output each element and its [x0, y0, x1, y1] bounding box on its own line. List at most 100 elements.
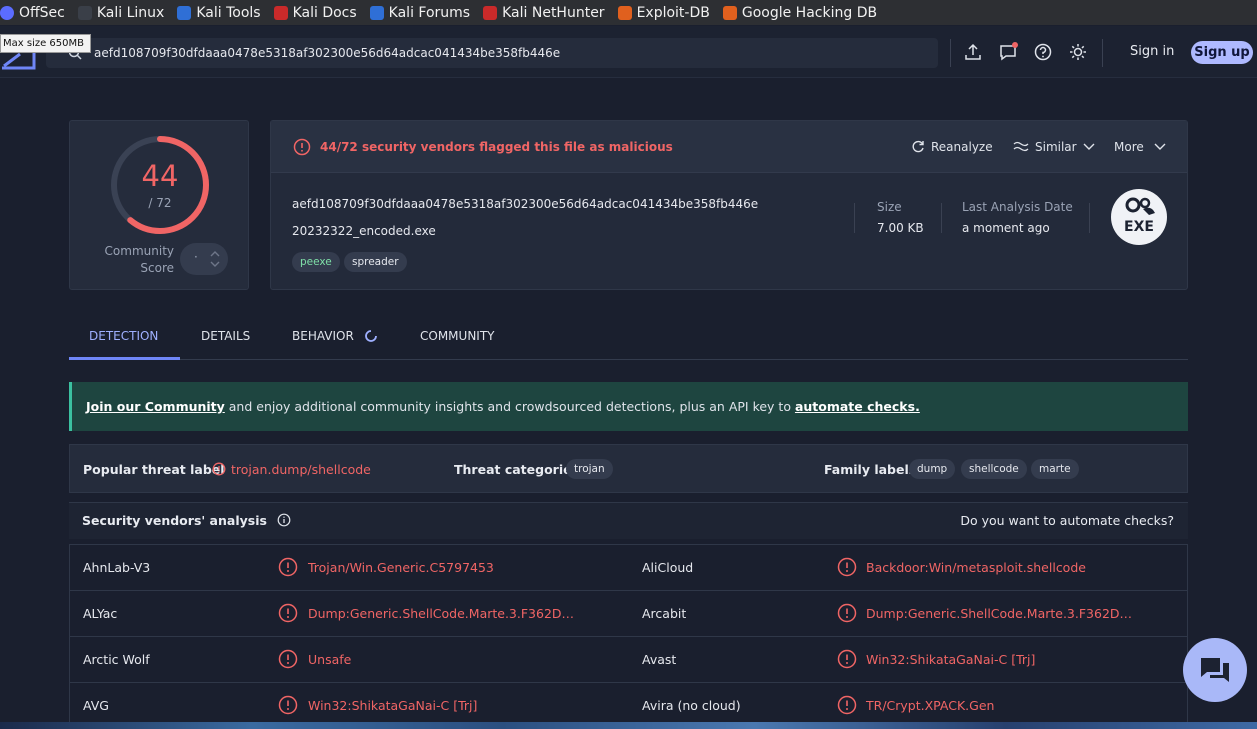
report-tabs: DETECTION DETAILS BEHAVIOR COMMUNITY	[69, 312, 1188, 360]
header-divider	[1102, 39, 1103, 67]
bookmark-kali-nethunter[interactable]: Kali NetHunter	[483, 5, 605, 21]
detection-count: 44	[141, 159, 179, 193]
vendor-result[interactable]: TR/Crypt.XPACK.Gen	[866, 698, 994, 713]
vendor-name: Arcabit	[642, 606, 687, 621]
tab-details[interactable]: DETAILS	[201, 329, 250, 343]
ghdb-icon	[722, 5, 737, 20]
alert-circle-icon	[278, 649, 298, 669]
exe-file-type-icon: EXE	[1111, 189, 1167, 245]
chevron-down-icon	[1154, 143, 1166, 150]
header-divider	[950, 39, 951, 67]
vendor-result[interactable]: Win32:ShikataGaNai-C [Trj]	[308, 698, 477, 713]
bookmark-exploit-db[interactable]: Exploit-DB	[617, 5, 710, 21]
chevron-down-icon	[1083, 143, 1095, 150]
vendor-result[interactable]: Dump:Generic.ShellCode.Marte.3.F362D…	[866, 606, 1132, 621]
bookmark-kali-tools[interactable]: Kali Tools	[177, 5, 261, 21]
search-input[interactable]	[94, 38, 914, 68]
file-summary-card: 44/72 security vendors flagged this file…	[270, 120, 1188, 290]
community-score-voter[interactable]: ·	[180, 243, 228, 275]
nethunter-icon	[483, 5, 498, 20]
table-row: ALYac Dump:Generic.ShellCode.Marte.3.F36…	[70, 591, 1187, 637]
threat-category-chip[interactable]: trojan	[566, 459, 613, 479]
theme-sun-icon[interactable]	[1068, 42, 1088, 62]
file-name: 20232322_encoded.exe	[292, 224, 436, 238]
popular-threat-label: Popular threat label	[83, 462, 225, 477]
join-community-link[interactable]: Join our Community	[86, 399, 225, 414]
table-row: Arctic Wolf Unsafe Avast Win32:ShikataGa…	[70, 637, 1187, 683]
community-score-label: Community Score	[104, 244, 174, 275]
site-header: Max size 650MB Sign in Sign up	[0, 26, 1257, 78]
tab-community[interactable]: COMMUNITY	[420, 329, 495, 343]
vendor-name: Avast	[642, 652, 677, 667]
vendor-name: AliCloud	[642, 560, 694, 575]
vendors-table: AhnLab-V3 Trojan/Win.Generic.C5797453 Al…	[69, 544, 1188, 729]
vendor-name: AhnLab-V3	[83, 560, 151, 575]
vendors-analysis-title: Security vendors' analysis	[82, 513, 291, 528]
detection-score-card: 44 / 72 Community Score ·	[69, 120, 249, 290]
reanalyze-button[interactable]: Reanalyze	[911, 140, 993, 154]
vendor-result[interactable]: Win32:ShikataGaNai-C [Trj]	[866, 652, 1035, 667]
threat-summary: Popular threat label trojan.dump/shellco…	[69, 444, 1188, 493]
vendor-name: AVG	[83, 698, 109, 713]
file-type-label: EXE	[1124, 219, 1154, 235]
vendor-result[interactable]: Unsafe	[308, 652, 351, 667]
bookmarks-bar: OffSec Kali Linux Kali Tools Kali Docs K…	[0, 0, 1257, 25]
family-label-chip[interactable]: dump	[909, 459, 956, 479]
vendor-result[interactable]: Trojan/Win.Generic.C5797453	[308, 560, 494, 575]
bookmark-kali-linux[interactable]: Kali Linux	[77, 5, 164, 21]
community-score-value: ·	[194, 250, 198, 264]
automate-checks-prompt[interactable]: Do you want to automate checks?	[960, 513, 1174, 528]
file-hash[interactable]: aefd108709f30dfdaaa0478e5318af302300e56d…	[292, 197, 758, 211]
info-icon[interactable]	[277, 513, 291, 527]
kali-dragon-icon	[77, 5, 92, 20]
last-analysis-value: a moment ago	[962, 221, 1050, 235]
meta-divider	[1089, 203, 1090, 233]
upload-icon[interactable]	[963, 42, 983, 62]
sign-in-link[interactable]: Sign in	[1130, 44, 1174, 59]
file-tag-spreader[interactable]: spreader	[344, 252, 407, 272]
vendors-analysis-header: Security vendors' analysis Do you want t…	[69, 502, 1188, 539]
gears-icon	[1125, 197, 1155, 215]
bookmark-kali-docs[interactable]: Kali Docs	[273, 5, 357, 21]
malicious-flag-text: 44/72 security vendors flagged this file…	[320, 140, 673, 154]
automate-checks-link[interactable]: automate checks.	[795, 399, 920, 414]
alert-circle-icon	[278, 557, 298, 577]
sign-up-button[interactable]: Sign up	[1191, 41, 1253, 64]
popular-threat-value[interactable]: trojan.dump/shellcode	[231, 462, 371, 477]
family-label-chip[interactable]: shellcode	[961, 459, 1027, 479]
tab-detection[interactable]: DETECTION	[89, 329, 158, 343]
chat-button[interactable]	[1183, 638, 1247, 702]
bookmark-kali-forums[interactable]: Kali Forums	[369, 5, 470, 21]
similar-icon	[1013, 141, 1029, 152]
chat-bubbles-icon	[1201, 658, 1229, 682]
vendor-result[interactable]: Dump:Generic.ShellCode.Marte.3.F362D…	[308, 606, 574, 621]
bookmark-google-hacking-db[interactable]: Google Hacking DB	[722, 5, 877, 21]
vendor-name: Avira (no cloud)	[642, 698, 741, 713]
file-tag-peexe[interactable]: peexe	[292, 252, 340, 272]
alert-circle-icon	[837, 649, 857, 669]
offsec-icon	[0, 5, 14, 20]
alert-circle-icon	[837, 557, 857, 577]
family-label-chip[interactable]: marte	[1031, 459, 1079, 479]
table-row: AhnLab-V3 Trojan/Win.Generic.C5797453 Al…	[70, 545, 1187, 591]
kali-forums-icon	[369, 5, 384, 20]
notifications-icon[interactable]	[998, 42, 1018, 62]
alert-circle-icon	[837, 603, 857, 623]
more-dropdown[interactable]: More	[1114, 140, 1166, 154]
search-box[interactable]	[46, 38, 938, 68]
threat-categories-label: Threat categories	[454, 462, 580, 477]
alert-circle-icon	[278, 603, 298, 623]
kali-docs-icon	[273, 5, 288, 20]
size-label: Size	[877, 200, 902, 214]
kali-tools-icon	[177, 5, 192, 20]
bookmark-offsec[interactable]: OffSec	[0, 5, 65, 21]
exploitdb-icon	[617, 5, 632, 20]
community-banner: Join our Community and enjoy additional …	[69, 382, 1188, 431]
similar-dropdown[interactable]: Similar	[1013, 140, 1095, 154]
summary-toolbar: 44/72 security vendors flagged this file…	[271, 121, 1187, 173]
vote-arrows-icon[interactable]	[210, 248, 220, 270]
last-analysis-label: Last Analysis Date	[962, 200, 1073, 214]
vendor-result[interactable]: Backdoor:Win/metasploit.shellcode	[866, 560, 1086, 575]
help-icon[interactable]	[1033, 42, 1053, 62]
tab-behavior[interactable]: BEHAVIOR	[292, 329, 354, 343]
